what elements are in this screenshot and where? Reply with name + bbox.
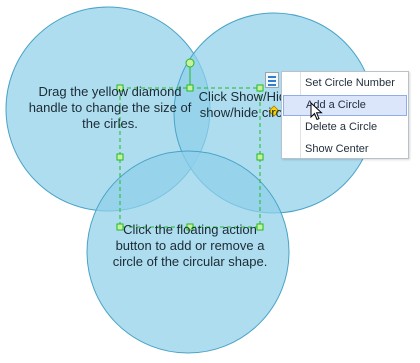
menu-item-show-center[interactable]: Show Center — [283, 139, 407, 160]
menu-item-delete-a-circle[interactable]: Delete a Circle — [283, 117, 407, 138]
menu-item-set-circle-number[interactable]: Set Circle Number — [283, 73, 407, 94]
mouse-pointer-icon — [310, 102, 323, 121]
circle-left-text: Drag the yellow diamond handle to change… — [28, 84, 192, 131]
diagram-canvas[interactable] — [0, 0, 420, 363]
rotation-handle[interactable] — [185, 58, 195, 68]
menu-item-add-a-circle[interactable]: Add a Circle — [283, 95, 407, 116]
resize-handle-w[interactable] — [116, 153, 124, 161]
circle-bottom-text: Click the floating action button to add … — [112, 222, 268, 269]
action-menu: Set Circle Number Add a Circle Delete a … — [281, 71, 409, 159]
resize-handle-e[interactable] — [256, 153, 264, 161]
floating-action-button[interactable] — [265, 72, 279, 88]
